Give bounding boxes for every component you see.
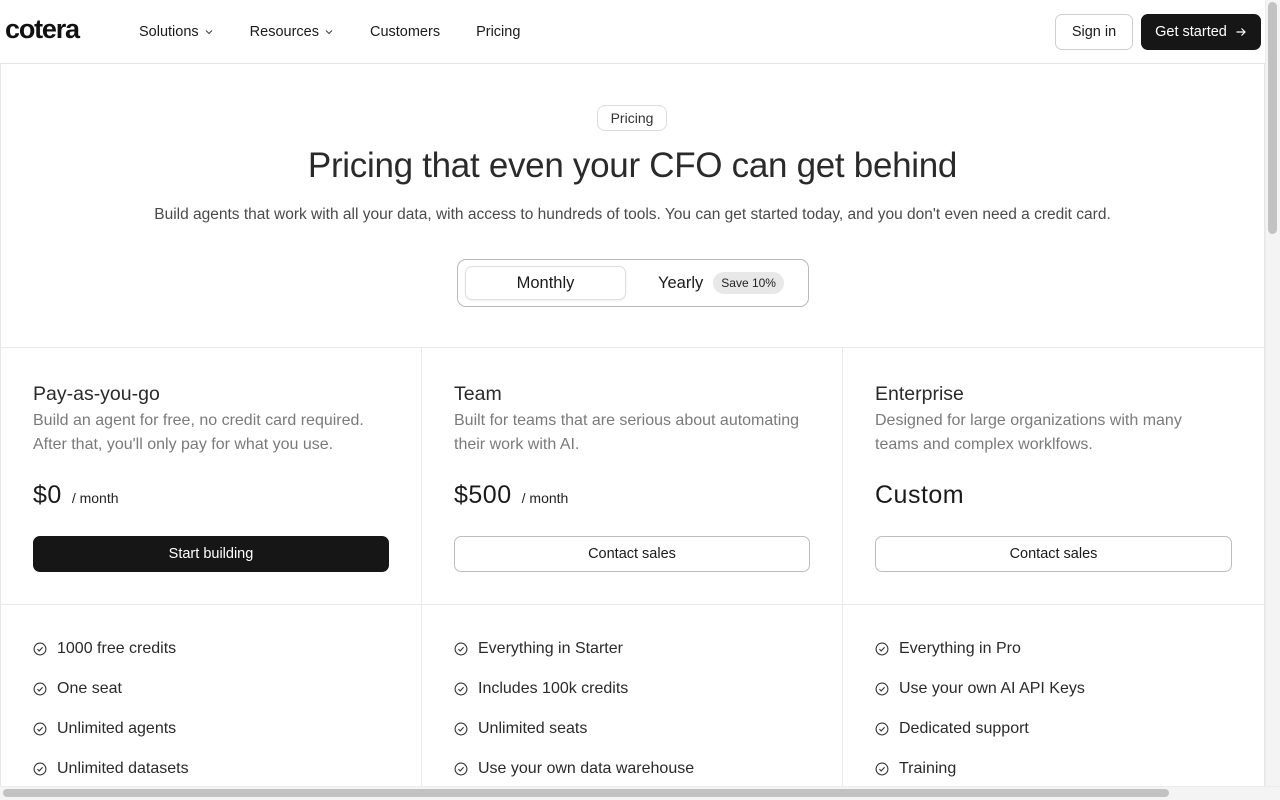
- list-item: Unlimited datasets: [33, 760, 189, 778]
- feature-text: 1000 free credits: [57, 640, 177, 657]
- list-item: Use your own data warehouse: [454, 760, 694, 778]
- list-item: Everything in Starter: [454, 640, 623, 658]
- feature-text: Unlimited seats: [478, 720, 588, 737]
- plan-description: Build an agent for free, no credit card …: [33, 412, 364, 453]
- check-circle-icon: [454, 682, 468, 696]
- list-item: Use your own AI API Keys: [875, 680, 1085, 698]
- plan-description: Built for teams that are serious about a…: [454, 412, 800, 453]
- check-circle-icon: [454, 642, 468, 656]
- plan-price: $500 / month: [454, 481, 568, 510]
- check-circle-icon: [875, 682, 889, 696]
- nav-resources[interactable]: Resources: [250, 24, 334, 40]
- list-item: Includes 100k credits: [454, 680, 628, 698]
- check-circle-icon: [33, 642, 47, 656]
- list-item: One seat: [33, 680, 122, 698]
- plan-card-enterprise: Enterprise Designed for large organizati…: [842, 347, 1263, 604]
- list-item: Unlimited agents: [33, 720, 176, 738]
- feature-text: Use your own data warehouse: [478, 760, 695, 777]
- sign-in-button[interactable]: Sign in: [1055, 14, 1133, 50]
- nav-pricing-label: Pricing: [476, 24, 521, 40]
- list-item: Everything in Pro: [875, 640, 1021, 658]
- feature-text: Everything in Pro: [899, 640, 1021, 657]
- save-badge: Save 10%: [713, 272, 784, 294]
- list-item: Unlimited seats: [454, 720, 587, 738]
- yearly-label: Yearly: [658, 273, 704, 292]
- list-item: Training: [875, 760, 956, 778]
- check-circle-icon: [454, 762, 468, 776]
- price-amount: $0: [33, 481, 62, 509]
- list-item: 1000 free credits: [33, 640, 176, 658]
- nav-customers-label: Customers: [369, 24, 441, 40]
- check-circle-icon: [454, 722, 468, 736]
- check-circle-icon: [875, 642, 889, 656]
- nav-pricing[interactable]: Pricing: [476, 24, 520, 40]
- feature-text: Includes 100k credits: [478, 680, 629, 697]
- nav-solutions-label: Solutions: [139, 24, 199, 40]
- feature-text: Use your own AI API Keys: [899, 680, 1085, 697]
- list-item: Dedicated support: [875, 720, 1029, 738]
- plan-card-payg: Pay-as-you-go Build an agent for free, n…: [0, 347, 421, 604]
- plan-name: Enterprise: [875, 383, 964, 405]
- horizontal-scrollbar-thumb[interactable]: [3, 789, 1169, 797]
- plan-name: Team: [454, 383, 502, 405]
- chevron-down-icon: [324, 27, 334, 37]
- plan-description: Designed for large organizations with ma…: [875, 412, 1182, 453]
- feature-text: One seat: [57, 680, 122, 697]
- check-circle-icon: [33, 722, 47, 736]
- page-title: Pricing that even your CFO can get behin…: [307, 146, 958, 185]
- features-divider: [0, 604, 1265, 605]
- nav-resources-label: Resources: [249, 24, 319, 40]
- main-nav: Solutions Resources Customers Pricing: [139, 0, 556, 64]
- check-circle-icon: [875, 762, 889, 776]
- price-unit: / month: [71, 490, 119, 506]
- page-subtitle: Build agents that work with all your dat…: [154, 206, 1111, 223]
- feature-text: Unlimited agents: [57, 720, 177, 737]
- nav-solutions[interactable]: Solutions: [139, 24, 214, 40]
- start-building-button[interactable]: Start building: [33, 536, 389, 572]
- site-header: cotera Solutions Resources Customers Pri…: [0, 0, 1265, 64]
- monthly-option[interactable]: Monthly: [465, 266, 626, 300]
- feature-text: Dedicated support: [899, 720, 1029, 737]
- plan-name: Pay-as-you-go: [33, 383, 160, 405]
- contact-sales-button[interactable]: Contact sales: [454, 536, 810, 572]
- plan-card-team: Team Built for teams that are serious ab…: [421, 347, 842, 604]
- cotera-logo[interactable]: cotera: [5, 14, 80, 45]
- get-started-label: Get started: [1155, 24, 1227, 40]
- check-circle-icon: [33, 762, 47, 776]
- vertical-scrollbar-thumb[interactable]: [1268, 2, 1277, 234]
- billing-toggle: Monthly Yearly Save 10%: [457, 259, 809, 307]
- get-started-button[interactable]: Get started: [1141, 14, 1261, 50]
- price-amount: $500: [454, 481, 512, 509]
- plan-price: $0 / month: [33, 481, 119, 510]
- check-circle-icon: [875, 722, 889, 736]
- feature-text: Unlimited datasets: [57, 760, 189, 777]
- check-circle-icon: [33, 682, 47, 696]
- feature-text: Training: [899, 760, 957, 777]
- contact-sales-button[interactable]: Contact sales: [875, 536, 1232, 572]
- price-unit: / month: [521, 490, 569, 506]
- nav-customers[interactable]: Customers: [370, 24, 440, 40]
- feature-text: Everything in Starter: [478, 640, 623, 657]
- arrow-right-icon: [1235, 26, 1247, 38]
- price-amount: Custom: [875, 481, 965, 509]
- chevron-down-icon: [204, 27, 214, 37]
- plan-price: Custom: [875, 481, 964, 510]
- pricing-badge: Pricing: [597, 105, 667, 131]
- yearly-option[interactable]: Yearly Save 10%: [658, 266, 784, 300]
